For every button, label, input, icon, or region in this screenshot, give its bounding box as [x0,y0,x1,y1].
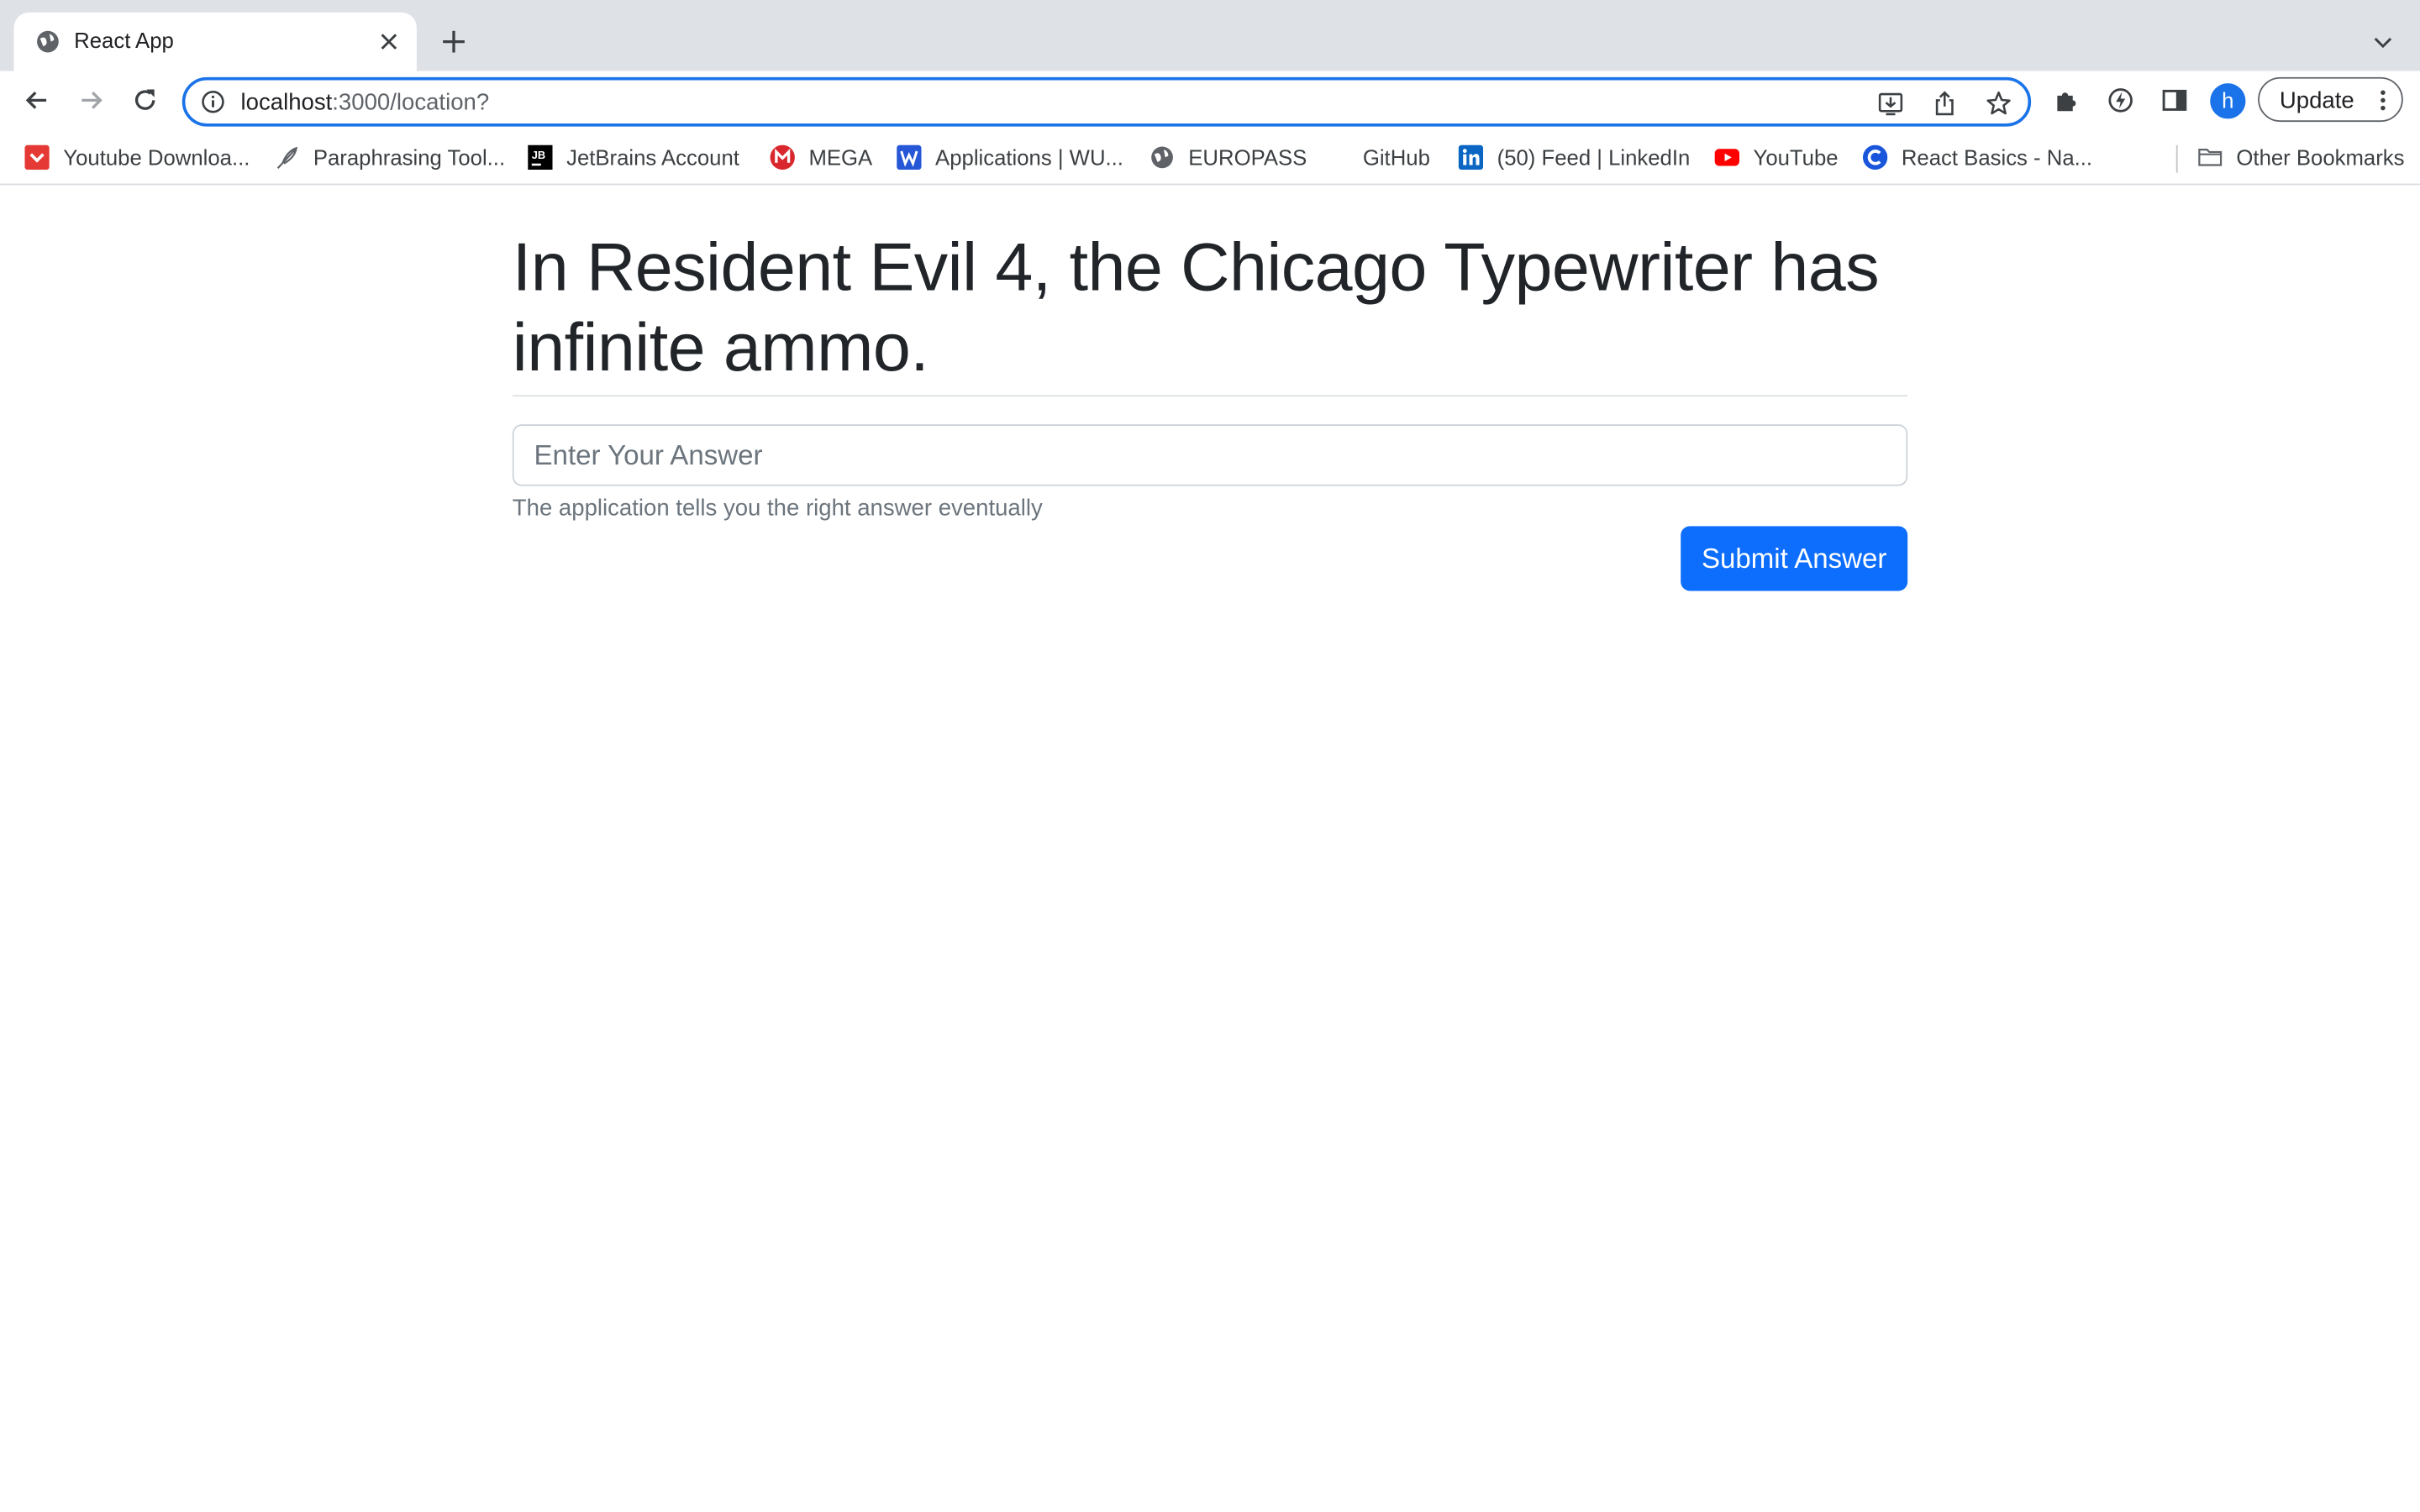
bookmark-label: Applications | WU... [935,144,1123,171]
bookmark-label: React Basics - Na... [1901,144,2093,171]
answer-hint: The application tells you the right answ… [512,495,1043,522]
bookmark-label: MEGA [808,144,873,171]
avatar[interactable]: h [2210,83,2246,119]
bookmarks-divider [2175,144,2178,173]
update-label: Update [2279,87,2354,114]
update-button[interactable]: Update [2258,76,2403,123]
address-bar[interactable]: localhost:3000/location? [182,76,2032,127]
w-icon [897,144,922,171]
browser-toolbar: localhost:3000/location? h Update [0,71,2420,130]
close-icon[interactable] [376,29,401,54]
globe-icon [1151,146,1173,169]
bookmark-label: Paraphrasing Tool... [313,144,506,171]
performance-icon[interactable] [2107,87,2134,114]
bookmark-label: GitHub [1362,144,1430,171]
bookmark-label: JetBrains Account [566,144,739,171]
page-content: In Resident Evil 4, the Chicago Typewrit… [0,185,2420,1512]
linkedin-icon [1458,144,1484,171]
submit-answer-button[interactable]: Submit Answer [1681,526,1908,591]
side-panel-icon[interactable] [2160,87,2188,114]
youtube-downloader-icon [24,144,50,171]
info-icon[interactable] [201,90,225,114]
forward-arrow-icon[interactable] [76,85,107,116]
svg-text:JB: JB [532,149,545,161]
chevron-down-icon[interactable] [2370,29,2395,54]
tab-strip: React App [0,0,2420,71]
folder-icon [2198,149,2223,166]
bookmark-label: Youtube Downloa... [63,144,250,171]
globe-icon [37,30,59,53]
tab-react-app[interactable]: React App [13,12,417,71]
plus-icon[interactable] [439,28,467,55]
install-app-icon[interactable] [1876,90,1904,118]
jetbrains-icon: JB [528,144,553,171]
bookmark-label: YouTube [1753,144,1839,171]
more-vert-icon [2381,90,2386,111]
answer-input[interactable] [512,424,1908,486]
star-icon[interactable] [1985,90,2012,118]
url-path: :3000/location? [332,89,490,116]
reload-icon[interactable] [129,85,160,116]
extensions-puzzle-icon[interactable] [2053,87,2081,114]
tab-title: React App [74,28,174,53]
bookmark-label: Other Bookmarks [2236,144,2405,171]
c-icon [1862,144,1888,171]
url-host: localhost [240,89,333,116]
question-heading: In Resident Evil 4, the Chicago Typewrit… [512,229,1880,386]
youtube-icon [1714,149,1740,166]
bookmarks-bar: Youtube Downloa... Paraphrasing Tool... … [0,129,2420,186]
bookmark-label: EUROPASS [1188,144,1307,171]
bookmark-label: (50) Feed | LinkedIn [1497,144,1691,171]
back-arrow-icon[interactable] [22,85,53,116]
mega-icon [770,144,795,171]
divider [512,395,1908,397]
share-icon[interactable] [1931,90,1959,118]
github-icon [1324,145,1349,170]
feather-icon [276,146,298,169]
url-text[interactable]: localhost:3000/location? [241,90,490,116]
